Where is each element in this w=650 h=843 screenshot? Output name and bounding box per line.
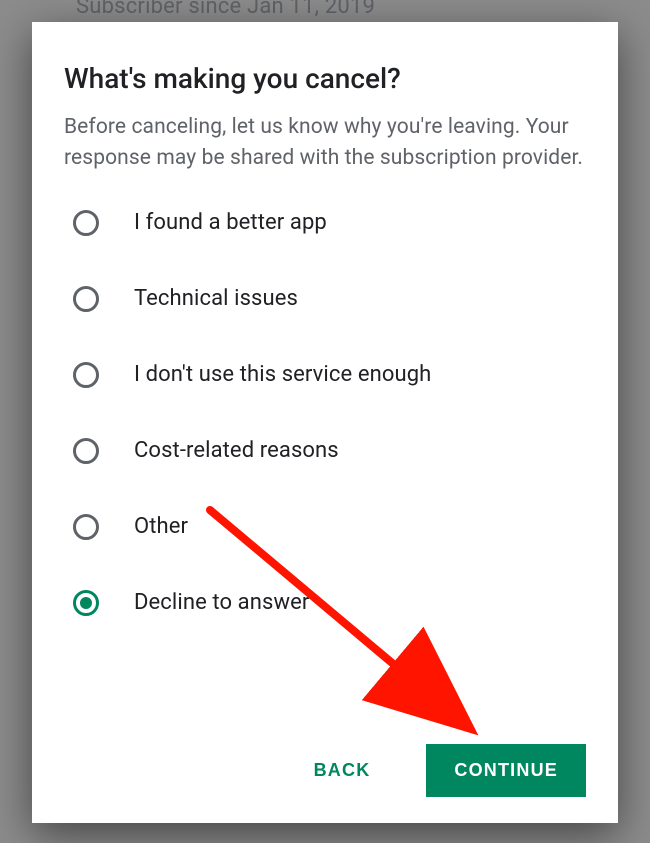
subscriber-since-text: Subscriber since Jan 11, 2019 [76, 0, 375, 19]
continue-button[interactable]: CONTINUE [426, 744, 586, 797]
option-technical-issues[interactable]: Technical issues [72, 285, 586, 313]
radio-icon [72, 209, 100, 237]
radio-icon [72, 285, 100, 313]
option-other[interactable]: Other [72, 513, 586, 541]
cancel-reason-dialog: What's making you cancel? Before canceli… [32, 22, 618, 823]
option-label: I found a better app [134, 210, 327, 235]
option-label: Cost-related reasons [134, 438, 339, 463]
radio-icon [72, 513, 100, 541]
dialog-subtitle: Before canceling, let us know why you're… [64, 112, 586, 175]
dialog-actions: BACK CONTINUE [64, 720, 586, 797]
option-decline-to-answer[interactable]: Decline to answer [72, 589, 586, 617]
option-cost-related[interactable]: Cost-related reasons [72, 437, 586, 465]
option-label: Other [134, 514, 188, 539]
radio-icon [72, 437, 100, 465]
dialog-title: What's making you cancel? [64, 62, 586, 96]
option-label: Decline to answer [134, 590, 309, 615]
reason-options: I found a better app Technical issues I … [64, 209, 586, 617]
radio-icon [72, 361, 100, 389]
back-button[interactable]: BACK [308, 750, 377, 791]
option-label: I don't use this service enough [134, 362, 431, 387]
option-dont-use-enough[interactable]: I don't use this service enough [72, 361, 586, 389]
radio-icon [72, 589, 100, 617]
option-better-app[interactable]: I found a better app [72, 209, 586, 237]
option-label: Technical issues [134, 286, 298, 311]
